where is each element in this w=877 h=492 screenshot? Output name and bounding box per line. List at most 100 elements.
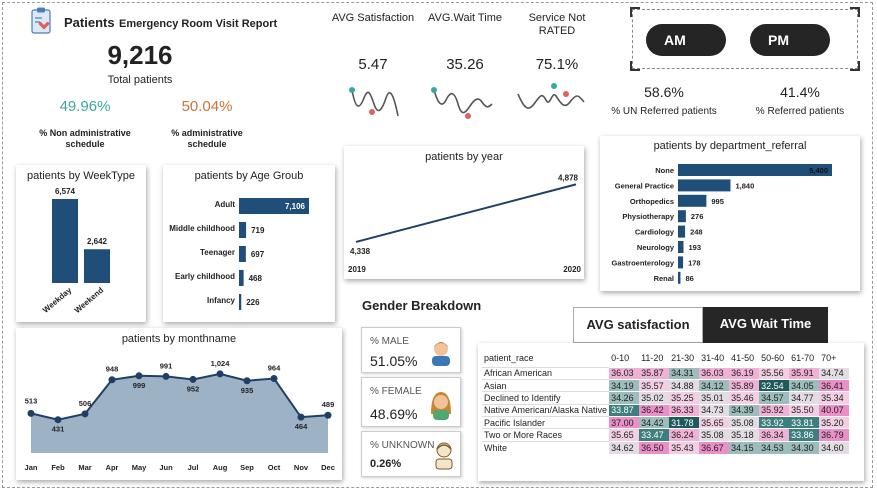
admin-label: % administrative schedule: [171, 128, 243, 149]
heatmap-cell: 35.25: [669, 391, 700, 405]
heatmap-row-label: Asian: [482, 378, 610, 392]
heatmap-cell: 35.65: [699, 416, 730, 429]
referred-value: 41.4%: [780, 84, 820, 100]
agegroup-axis-label: Middle childhood: [169, 224, 235, 233]
agegroup-bar: [239, 246, 246, 262]
department-axis-label: Physiotherapy: [622, 212, 675, 221]
heatmap-cell: 35.89: [729, 378, 760, 392]
heatmap-cell: 31.78: [669, 416, 700, 429]
year-axis-label: 2019: [348, 265, 366, 274]
department-data-label: 193: [689, 243, 702, 252]
heatmap-cell: 34.53: [759, 440, 790, 454]
department-data-label: 86: [685, 274, 693, 283]
agegroup-data-label: 697: [251, 250, 265, 259]
heatmap-cell: 36.42: [639, 403, 670, 417]
month-data-point: [54, 416, 62, 424]
month-data-point: [216, 370, 224, 378]
slicer-corner-tl: [630, 7, 640, 17]
agegroup-axis-label: Teenager: [200, 248, 235, 257]
am-button[interactable]: AM: [646, 24, 726, 56]
heatmap-row: White 34.62 36.50 35.43 36.67 34.15 34.53 34.30…: [482, 440, 850, 454]
admin-value: 50.04%: [181, 98, 233, 115]
clipboard-icon: [30, 6, 52, 34]
slicer-corner-bl: [630, 61, 640, 71]
slicer-corner-br: [850, 61, 860, 71]
tab-avg-satisfaction[interactable]: AVG satisfaction: [573, 307, 703, 343]
weektype-data-label: 2,642: [87, 237, 108, 246]
unknown-person-icon: [435, 442, 453, 470]
department-chart: None 5,400 General Practice 1,840 Orthopedic…: [611, 164, 832, 284]
department-axis-label: Renal: [654, 274, 674, 283]
month-axis-label: May: [132, 463, 147, 472]
heatmap-cell: 36.67: [699, 440, 730, 454]
total-patients-label: Total patients: [107, 74, 173, 86]
month-data-point: [297, 413, 305, 421]
heatmap-row-label: African American: [482, 366, 610, 380]
heatmap-column-header: 11-20: [641, 352, 664, 363]
heatmap-cell: 35.87: [639, 366, 670, 380]
heatmap-cell: 34.19: [609, 378, 640, 392]
heatmap-cell: 40.07: [819, 403, 850, 417]
heatmap-cell: 36.50: [639, 440, 670, 454]
month-data-label: 1,024: [211, 359, 231, 368]
month-data-label: 999: [133, 381, 146, 390]
department-data-label: 276: [691, 212, 704, 221]
month-data-point: [108, 376, 116, 384]
month-axis-label: Nov: [294, 463, 309, 472]
heatmap-cell: 34.26: [609, 391, 640, 405]
sparkline-satisfaction: [349, 87, 399, 117]
weektype-data-label: 6,574: [55, 187, 76, 196]
heatmap-cell: 36.24: [669, 428, 700, 442]
heatmap-cell: 36.03: [699, 366, 730, 380]
gender-male-label: % MALE: [370, 336, 409, 347]
weektype-chart: 6,574 Weekday 2,642 Weekend: [41, 187, 110, 315]
department-bar: [678, 256, 684, 269]
kpi-label-satisfaction: AVG Satisfaction: [331, 12, 415, 24]
department-bar: [678, 194, 707, 207]
heatmap-column-header: 0-10: [611, 352, 630, 363]
heatmap-cell: 34.74: [819, 366, 850, 380]
heatmap-cell: 35.08: [729, 416, 760, 429]
year-axis-label: 2020: [563, 265, 581, 274]
heatmap-cell: 35.02: [639, 391, 670, 405]
month-data-point: [162, 372, 170, 380]
heatmap-row: Two or More Races 35.65 33.47 36.24 35.08 35.…: [482, 428, 850, 442]
year-series-line: [355, 183, 577, 243]
month-axis-label: Jul: [188, 463, 199, 472]
heatmap-column-header: 70+: [821, 352, 837, 363]
heatmap-cell: 34.62: [609, 440, 640, 454]
heatmap-cell: 33.86: [789, 428, 820, 442]
month-data-label: 935: [241, 386, 254, 395]
month-axis-label: Dec: [321, 463, 335, 472]
agegroup-data-label: 719: [251, 226, 265, 235]
heatmap-cell: 35.01: [699, 391, 730, 405]
heatmap-cell: 34.88: [669, 378, 700, 392]
kpi-label-not-rated: Service Not RATED: [528, 12, 586, 37]
tab-avg-wait-time[interactable]: AVG Wait Time: [703, 307, 828, 343]
heatmap-row: Asian 34.19 35.57 34.88 34.12 35.89 32.54 34.05…: [482, 378, 850, 392]
pm-button[interactable]: PM: [750, 24, 830, 56]
heatmap-cell: 35.50: [789, 403, 820, 417]
heatmap-row: Native American/Alaska Native 33.87 36.42 3…: [482, 403, 850, 417]
heatmap-row-label: Two or More Races: [482, 428, 610, 442]
heatmap-cell: 34.39: [729, 403, 760, 417]
department-data-label: 178: [688, 258, 701, 267]
heatmap-row-label: Pacific Islander: [482, 416, 610, 429]
month-axis-label: Mar: [78, 463, 91, 472]
month-data-label: 964: [268, 364, 281, 373]
department-bar: [678, 210, 686, 223]
heatmap-cell: 35.91: [789, 366, 820, 380]
heatmap-cell: 35.92: [759, 403, 790, 417]
heatmap-column-header: 61-70: [791, 352, 815, 363]
department-data-label: 5,400: [809, 166, 828, 175]
kpi-value-satisfaction: 5.47: [358, 56, 388, 73]
sparkline-not-rated: [517, 83, 585, 109]
un-referred-label: % UN Referred patients: [611, 106, 717, 117]
department-data-label: 1,840: [735, 181, 754, 190]
weektype-axis-label: Weekend: [73, 286, 106, 315]
heatmap-cell: 35.20: [819, 416, 850, 429]
kpi-value-not-rated: 75.1%: [535, 56, 579, 73]
gender-female-box: % FEMALE 48.69%: [361, 377, 461, 427]
heatmap-cell: 36.41: [819, 378, 850, 392]
heatmap-cell: 34.73: [699, 403, 730, 417]
